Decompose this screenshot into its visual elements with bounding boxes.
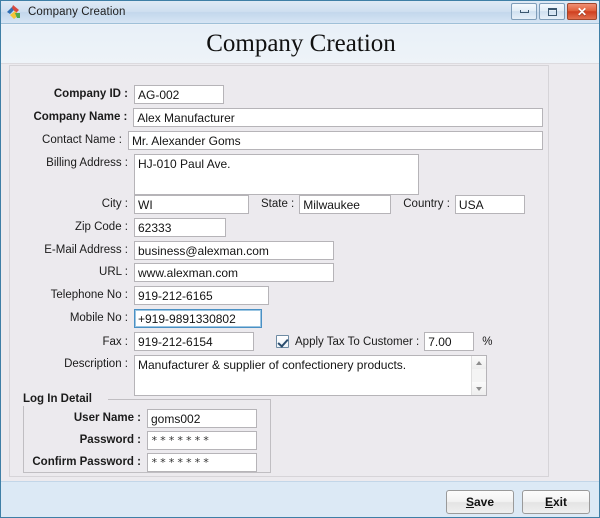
mobile-input[interactable]	[134, 309, 262, 328]
minimize-icon	[519, 10, 529, 13]
state-label: State :	[261, 198, 295, 210]
field-row-city-state-country: City : State : Country :	[23, 195, 533, 214]
field-row-contact-name: Contact Name :	[23, 131, 543, 150]
login-detail-title: Log In Detail	[23, 392, 96, 406]
zip-code-label: Zip Code :	[74, 221, 128, 233]
contact-name-label: Contact Name :	[42, 134, 122, 146]
field-row-zip-code: Zip Code :	[23, 218, 323, 237]
company-name-label: Company Name :	[33, 111, 128, 123]
city-label: City :	[101, 198, 128, 210]
zip-code-input[interactable]	[134, 218, 226, 237]
minimize-button[interactable]	[511, 3, 537, 20]
maximize-button[interactable]	[539, 3, 565, 20]
groupbox-top-border	[108, 399, 270, 400]
percent-symbol: %	[482, 335, 493, 348]
field-row-company-id: Company ID :	[23, 85, 323, 104]
apply-tax-checkbox[interactable]	[276, 335, 289, 348]
telephone-input[interactable]	[134, 286, 269, 305]
save-button-label: Save	[465, 495, 495, 509]
billing-address-label: Billing Address :	[46, 157, 128, 169]
apply-tax-label: Apply Tax To Customer :	[295, 335, 420, 348]
telephone-label: Telephone No :	[50, 289, 128, 301]
user-name-label: User Name :	[73, 412, 141, 424]
field-row-billing-address: Billing Address :	[23, 154, 423, 195]
window-controls: ✕	[511, 3, 597, 20]
url-label: URL :	[99, 266, 128, 278]
exit-button[interactable]: Exit	[522, 490, 590, 514]
confirm-password-input[interactable]	[147, 453, 257, 472]
scroll-up-button[interactable]	[472, 356, 486, 369]
company-name-input[interactable]	[133, 108, 543, 127]
email-input[interactable]	[134, 241, 334, 260]
mobile-label: Mobile No :	[69, 312, 128, 324]
close-icon: ✕	[576, 4, 588, 19]
password-input[interactable]	[147, 431, 257, 450]
company-id-input[interactable]	[134, 85, 224, 104]
password-label: Password :	[79, 434, 141, 446]
app-logo-icon	[6, 4, 22, 20]
window-title: Company Creation	[28, 6, 126, 18]
field-row-confirm-password: Confirm Password :	[31, 453, 281, 472]
description-input[interactable]	[134, 355, 487, 396]
city-input[interactable]	[134, 195, 249, 214]
fax-label: Fax :	[102, 335, 128, 348]
close-button[interactable]: ✕	[567, 3, 597, 20]
field-row-url: URL :	[23, 263, 383, 282]
company-id-label: Company ID :	[53, 88, 128, 100]
user-name-input[interactable]	[147, 409, 257, 428]
field-row-company-name: Company Name :	[23, 108, 543, 127]
field-row-email: E-Mail Address :	[23, 241, 383, 260]
field-row-telephone: Telephone No :	[23, 286, 353, 305]
save-button[interactable]: Save	[446, 490, 514, 514]
contact-name-input[interactable]	[127, 131, 543, 150]
scroll-down-button[interactable]	[472, 382, 486, 395]
url-input[interactable]	[134, 263, 334, 282]
field-row-fax-tax: Fax : Apply Tax To Customer : %	[23, 332, 503, 351]
chevron-down-icon	[476, 386, 482, 391]
description-wrapper	[134, 355, 487, 401]
confirm-password-label: Confirm Password :	[32, 456, 141, 468]
footer-bar: Save Exit	[1, 481, 599, 517]
description-label: Description :	[64, 358, 128, 370]
country-label: Country :	[403, 198, 450, 210]
maximize-icon	[547, 7, 557, 16]
field-row-mobile: Mobile No :	[23, 309, 353, 328]
state-input[interactable]	[299, 195, 392, 214]
field-row-password: Password :	[31, 431, 281, 450]
description-scrollbar[interactable]	[471, 356, 486, 395]
company-creation-window: Company Creation ✕ Company Creation Comp…	[0, 0, 600, 518]
field-row-user-name: User Name :	[31, 409, 281, 428]
tax-percent-input[interactable]	[424, 332, 475, 351]
exit-button-label: Exit	[544, 495, 568, 509]
title-bar: Company Creation ✕	[1, 1, 599, 24]
email-label: E-Mail Address :	[44, 244, 128, 256]
page-title: Company Creation	[1, 25, 599, 63]
billing-address-input[interactable]	[134, 154, 419, 195]
fax-input[interactable]	[134, 332, 254, 351]
chevron-up-icon	[476, 360, 482, 365]
country-input[interactable]	[454, 195, 525, 214]
